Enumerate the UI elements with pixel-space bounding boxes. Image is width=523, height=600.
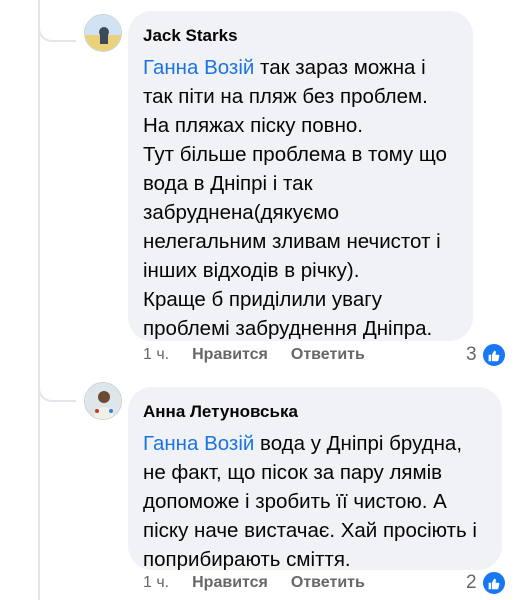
- avatar-image: [85, 383, 121, 419]
- avatar-image: [85, 15, 121, 51]
- thread-connector: [38, 372, 76, 402]
- mention-link[interactable]: Ганна Возій: [143, 56, 254, 79]
- comment-author[interactable]: Анна Летуновська: [143, 401, 486, 423]
- like-button[interactable]: Нравится: [192, 573, 268, 593]
- comment-actions: 1 ч. Нравится Ответить: [143, 345, 365, 365]
- reaction-count: 3: [466, 344, 477, 365]
- avatar[interactable]: [84, 382, 122, 420]
- comment-timestamp[interactable]: 1 ч.: [143, 573, 169, 593]
- comment-body: так зараз можна і так піти на пляж без п…: [143, 56, 447, 340]
- comment-actions: 1 ч. Нравится Ответить: [143, 573, 365, 593]
- thread-connector: [38, 12, 76, 42]
- comment-author[interactable]: Jack Starks: [143, 25, 457, 47]
- thread-line: [38, 0, 40, 600]
- comment-bubble: Анна Летуновська Ганна Возій вода у Дніп…: [128, 387, 502, 571]
- reaction-summary[interactable]: 2: [466, 570, 507, 596]
- mention-link[interactable]: Ганна Возій: [143, 432, 254, 455]
- like-button[interactable]: Нравится: [192, 345, 268, 365]
- thumbs-up-icon: [480, 342, 507, 368]
- comment-text: Ганна Возій так зараз можна і так піти н…: [143, 53, 457, 343]
- thumbs-up-icon: [480, 570, 507, 596]
- reply-button[interactable]: Ответить: [291, 573, 365, 593]
- avatar[interactable]: [84, 14, 122, 52]
- reply-button[interactable]: Ответить: [291, 345, 365, 365]
- reaction-count: 2: [466, 572, 477, 593]
- comment-bubble: Jack Starks Ганна Возій так зараз можна …: [128, 11, 473, 341]
- reaction-summary[interactable]: 3: [466, 342, 507, 368]
- comment-timestamp[interactable]: 1 ч.: [143, 345, 169, 365]
- comment-text: Ганна Возій вода у Дніпрі брудна, не фак…: [143, 429, 486, 574]
